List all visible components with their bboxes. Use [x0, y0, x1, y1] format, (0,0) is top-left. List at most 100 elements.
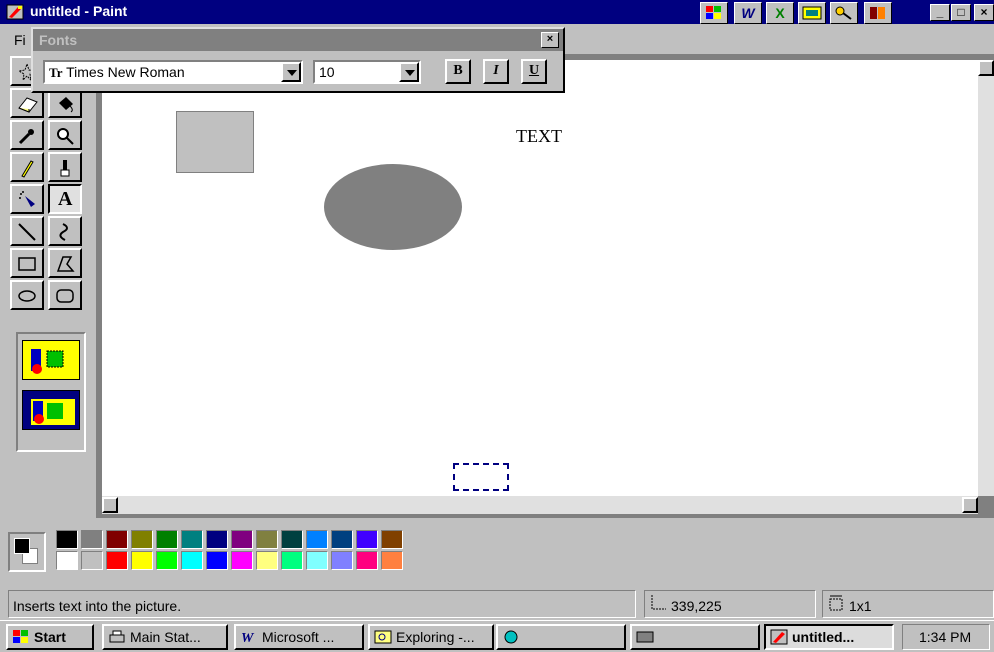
- word-shortcut-icon[interactable]: W: [734, 2, 762, 24]
- color-swatch[interactable]: [131, 551, 153, 570]
- close-button[interactable]: ×: [974, 4, 994, 21]
- title-bar[interactable]: untitled - Paint W X _ □ ×: [0, 0, 994, 24]
- color-swatch[interactable]: [81, 551, 103, 570]
- tool-pick-color[interactable]: [10, 120, 44, 150]
- color-swatch[interactable]: [256, 530, 278, 549]
- color-swatch[interactable]: [181, 551, 203, 570]
- scroll-right-button[interactable]: [962, 497, 978, 513]
- fonts-close-button[interactable]: ×: [541, 32, 559, 48]
- color-swatch[interactable]: [181, 530, 203, 549]
- horizontal-scrollbar[interactable]: [102, 496, 978, 514]
- status-size-panel: 1x1: [822, 590, 994, 618]
- text-input-frame[interactable]: [453, 463, 509, 491]
- vertical-scrollbar[interactable]: [978, 60, 994, 496]
- font-name-dropdown-button[interactable]: [281, 62, 301, 82]
- tool-rectangle[interactable]: [10, 248, 44, 278]
- tool-rounded-rectangle[interactable]: [48, 280, 82, 310]
- color-swatch[interactable]: [331, 551, 353, 570]
- taskbar-item-5[interactable]: [630, 624, 760, 650]
- opaque-background-option[interactable]: [22, 340, 80, 380]
- color-swatch[interactable]: [56, 530, 78, 549]
- tool-curve[interactable]: [48, 216, 82, 246]
- tool-line[interactable]: [10, 216, 44, 246]
- minimize-button[interactable]: _: [930, 4, 950, 21]
- color-swatch[interactable]: [281, 530, 303, 549]
- color-swatch[interactable]: [156, 551, 178, 570]
- transparent-background-option[interactable]: [22, 390, 80, 430]
- taskbar: Start Main Stat... W Microsoft ... Explo…: [0, 620, 994, 652]
- underline-button[interactable]: U: [521, 59, 547, 84]
- taskbar-item-4[interactable]: [496, 624, 626, 650]
- tool-polygon[interactable]: [48, 248, 82, 278]
- paint-icon: [770, 629, 788, 645]
- rectangle-icon: [18, 257, 36, 271]
- color-swatch[interactable]: [306, 530, 328, 549]
- color-swatch[interactable]: [381, 551, 403, 570]
- polygon-icon: [56, 256, 75, 272]
- color-swatch[interactable]: [281, 551, 303, 570]
- key-shortcut-icon[interactable]: [830, 2, 858, 24]
- scroll-up-button[interactable]: [978, 60, 994, 76]
- taskbar-item-untitled-paint[interactable]: untitled...: [764, 624, 894, 650]
- gray-ellipse-shape: [324, 164, 462, 250]
- eraser-icon: [18, 97, 38, 113]
- color-swatch[interactable]: [106, 551, 128, 570]
- tool-ellipse[interactable]: [10, 280, 44, 310]
- color-swatch[interactable]: [206, 530, 228, 549]
- foreground-color: [14, 538, 30, 554]
- word-icon: W: [241, 631, 255, 645]
- office-bar-icon[interactable]: [700, 2, 728, 24]
- color-swatch[interactable]: [331, 530, 353, 549]
- cursor-position-icon: [651, 595, 666, 610]
- gray-rectangle-shape: [176, 111, 254, 173]
- fonts-toolbar[interactable]: Fonts × Tr Times New Roman 10 B I U: [31, 27, 565, 93]
- color-swatch[interactable]: [81, 530, 103, 549]
- fonts-toolbar-titlebar[interactable]: Fonts ×: [33, 29, 563, 51]
- color-swatch[interactable]: [356, 551, 378, 570]
- color-palette: [0, 518, 994, 584]
- color-swatch[interactable]: [156, 530, 178, 549]
- taskbar-item-main-stat[interactable]: Main Stat...: [102, 624, 228, 650]
- start-button[interactable]: Start: [6, 624, 94, 650]
- maximize-button[interactable]: □: [951, 4, 971, 21]
- italic-button[interactable]: I: [483, 59, 509, 84]
- color-swatch[interactable]: [56, 551, 78, 570]
- color-swatch[interactable]: [131, 530, 153, 549]
- font-name-select[interactable]: Tr Times New Roman: [43, 60, 303, 84]
- canvas-area: TEXT: [96, 54, 994, 518]
- excel-shortcut-icon[interactable]: X: [766, 2, 794, 24]
- taskbar-item-microsoft-word[interactable]: W Microsoft ...: [234, 624, 364, 650]
- access-shortcut-icon[interactable]: [864, 2, 892, 24]
- svg-text:W: W: [241, 631, 255, 645]
- text-A-icon: A: [58, 188, 73, 210]
- explorer-icon: [374, 630, 392, 644]
- font-name-value: Times New Roman: [66, 64, 185, 80]
- color-swatch[interactable]: [356, 530, 378, 549]
- font-size-select[interactable]: 10: [313, 60, 421, 84]
- scroll-left-button[interactable]: [102, 497, 118, 513]
- drawing-canvas[interactable]: TEXT: [102, 60, 978, 496]
- powerpoint-shortcut-icon[interactable]: [798, 2, 826, 24]
- font-size-value: 10: [319, 64, 335, 80]
- tool-brush[interactable]: [48, 152, 82, 182]
- color-swatch[interactable]: [106, 530, 128, 549]
- bold-button[interactable]: B: [445, 59, 471, 84]
- color-swatch[interactable]: [381, 530, 403, 549]
- clock[interactable]: 1:34 PM: [919, 629, 971, 645]
- tool-airbrush[interactable]: [10, 184, 44, 214]
- status-message-panel: Inserts text into the picture.: [8, 590, 636, 618]
- selection-size: 1x1: [849, 598, 872, 614]
- menu-file[interactable]: Fi: [14, 32, 26, 48]
- font-size-dropdown-button[interactable]: [399, 62, 419, 82]
- color-swatch[interactable]: [231, 551, 253, 570]
- color-swatch[interactable]: [306, 551, 328, 570]
- truetype-icon: Tr: [49, 65, 63, 80]
- color-swatch[interactable]: [206, 551, 228, 570]
- taskbar-item-exploring[interactable]: Exploring -...: [368, 624, 494, 650]
- tool-pencil[interactable]: [10, 152, 44, 182]
- ellipse-icon: [18, 290, 36, 302]
- tool-magnifier[interactable]: [48, 120, 82, 150]
- color-swatch[interactable]: [231, 530, 253, 549]
- color-swatch[interactable]: [256, 551, 278, 570]
- tool-text[interactable]: A: [48, 184, 82, 214]
